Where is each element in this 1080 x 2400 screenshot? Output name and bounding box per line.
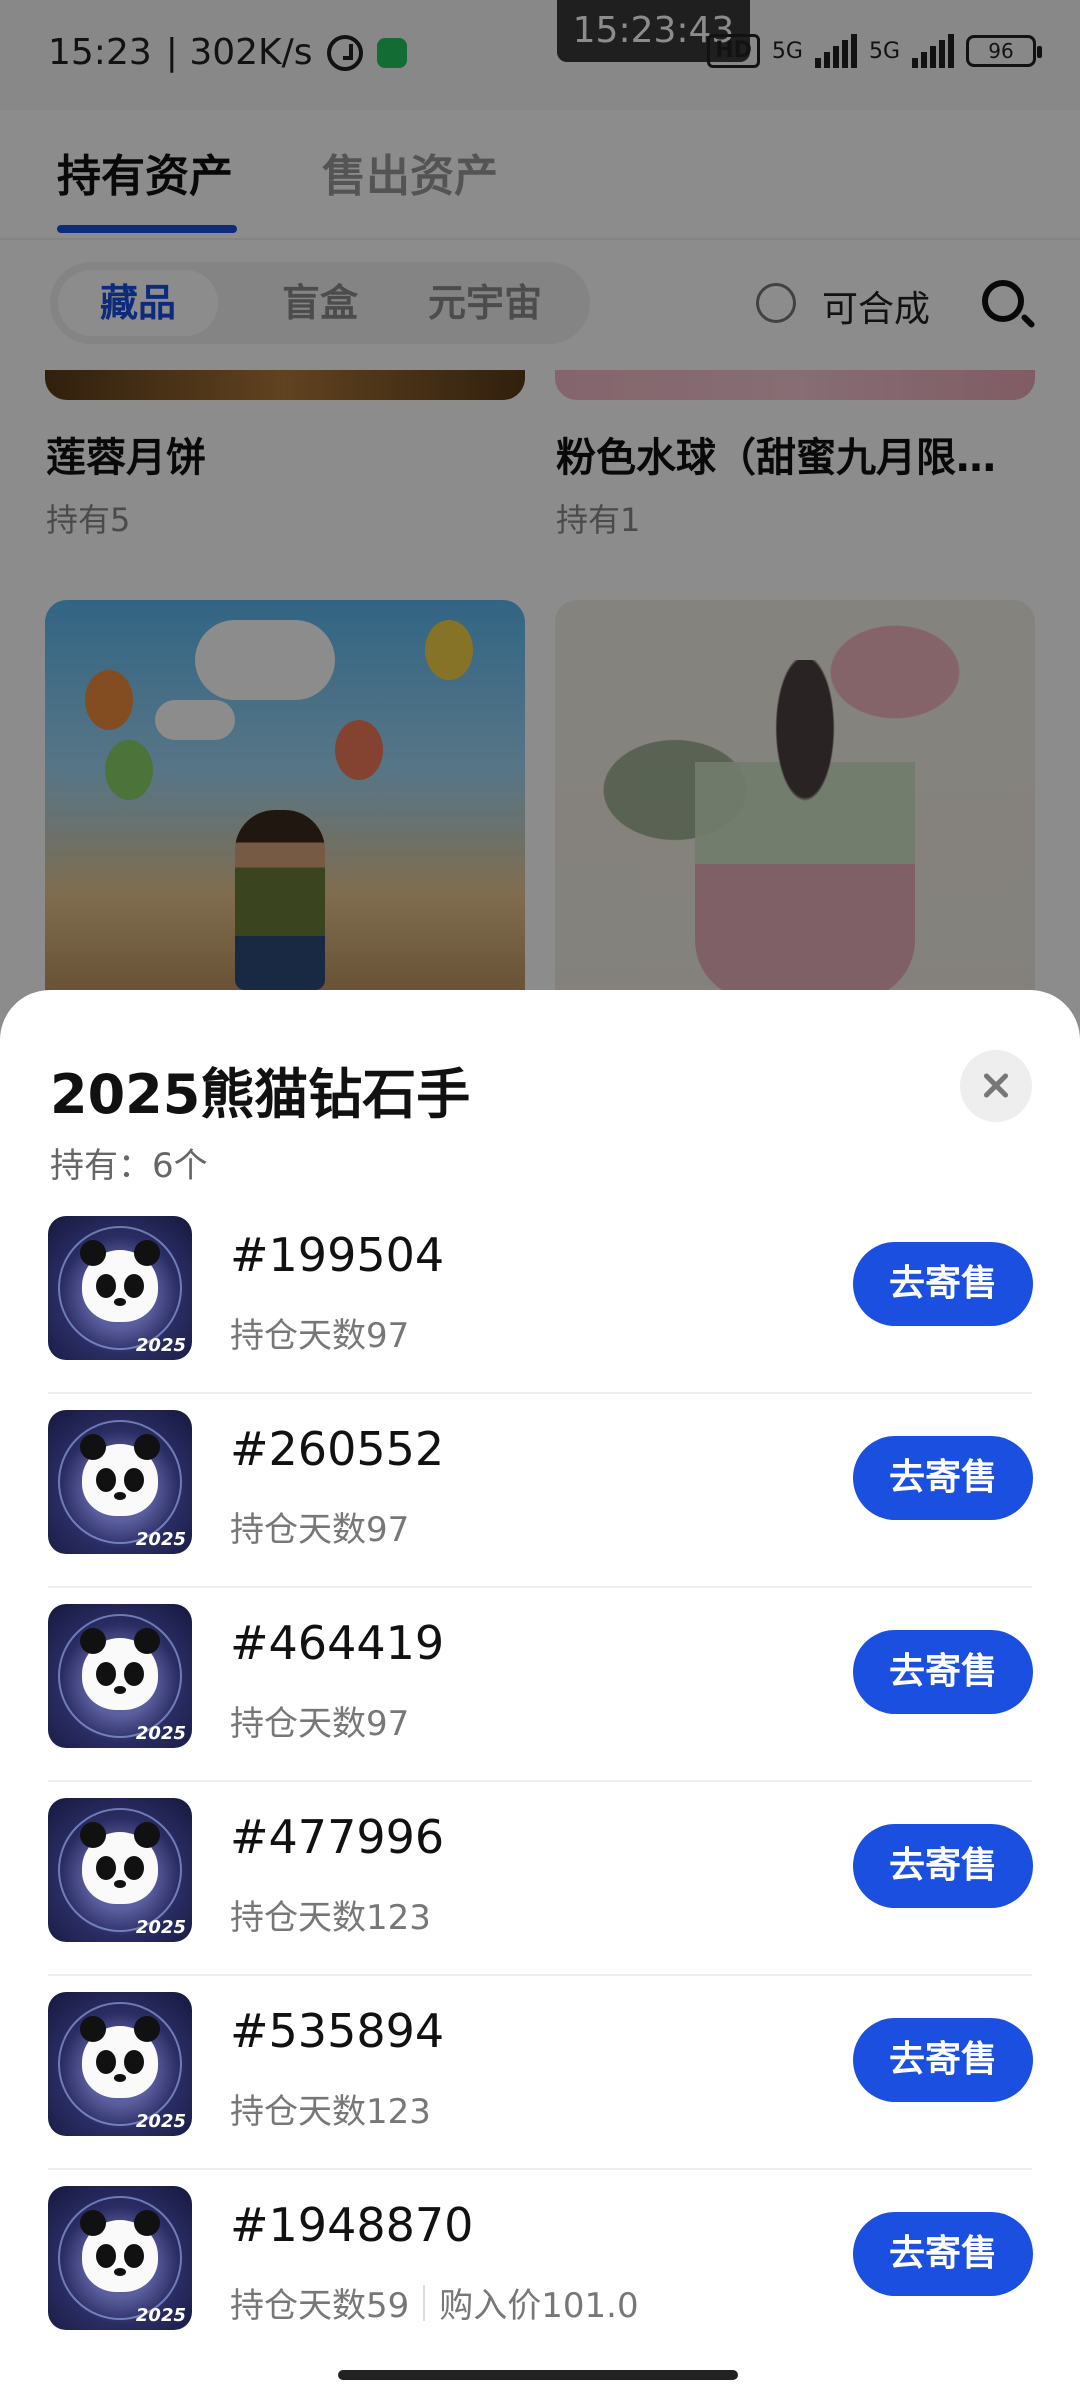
panda-thumbnail: 2025 [48, 1410, 192, 1554]
holding-count: 持有：6个 [50, 1146, 208, 1186]
holdings-bottom-sheet: 2025熊猫钻石手 持有：6个 2025 #199504 持仓天数97 去寄售 … [0, 990, 1080, 2400]
purchase-price: 购入价101.0 [439, 2286, 639, 2326]
consign-button[interactable]: 去寄售 [853, 2212, 1033, 2296]
holding-days-text: 持仓天数97 [230, 1316, 410, 1356]
holding-days: 持仓天数123 [230, 2084, 431, 2133]
holding-days: 持仓天数97 [230, 1696, 409, 1745]
thumb-year-label: 2025 [135, 1335, 186, 1356]
holding-days-text: 持仓天数97 [230, 1510, 410, 1550]
panda-thumbnail: 2025 [48, 1216, 192, 1360]
token-id: #477996 [230, 1810, 445, 1864]
consign-button[interactable]: 去寄售 [853, 2018, 1033, 2102]
consign-button[interactable]: 去寄售 [853, 1630, 1033, 1714]
token-id: #535894 [230, 2004, 445, 2058]
list-item: 2025 #260552 持仓天数97 去寄售 [48, 1394, 1033, 1588]
panda-thumbnail: 2025 [48, 1992, 192, 2136]
thumb-year-label: 2025 [135, 2111, 186, 2132]
holding-days-text: 持仓天数97 [230, 1704, 410, 1744]
list-item: 2025 #464419 持仓天数97 去寄售 [48, 1588, 1033, 1782]
token-id: #199504 [230, 1228, 445, 1282]
list-item: 2025 #535894 持仓天数123 去寄售 [48, 1976, 1033, 2170]
panda-thumbnail: 2025 [48, 1604, 192, 1748]
meta-divider [423, 2284, 426, 2321]
token-id: #1948870 [230, 2198, 474, 2252]
list-item: 2025 #1948870 持仓天数59 购入价101.0 去寄售 [48, 2170, 1033, 2364]
holding-days: 持仓天数97 [230, 1502, 409, 1551]
token-id: #464419 [230, 1616, 445, 1670]
holding-days: 持仓天数97 [230, 1308, 409, 1357]
thumb-year-label: 2025 [135, 1917, 186, 1938]
holding-days: 持仓天数123 [230, 1890, 431, 1939]
holding-days: 持仓天数59 购入价101.0 [230, 2278, 639, 2327]
panda-thumbnail: 2025 [48, 1798, 192, 1942]
consign-button[interactable]: 去寄售 [853, 1824, 1033, 1908]
list-item: 2025 #477996 持仓天数123 去寄售 [48, 1782, 1033, 1976]
sheet-title: 2025熊猫钻石手 [50, 1063, 471, 1126]
close-icon[interactable] [960, 1050, 1032, 1122]
page: 15:23 | 302K/s 15:23:43 HD 5G 5G 96 持有资产… [0, 0, 1080, 2400]
home-indicator[interactable] [338, 2370, 738, 2380]
holding-days-text: 持仓天数123 [230, 1898, 431, 1938]
holding-days-text: 持仓天数123 [230, 2092, 431, 2132]
thumb-year-label: 2025 [135, 2305, 186, 2326]
consign-button[interactable]: 去寄售 [853, 1242, 1033, 1326]
panda-thumbnail: 2025 [48, 2186, 192, 2330]
list-item: 2025 #199504 持仓天数97 去寄售 [48, 1200, 1033, 1394]
token-id: #260552 [230, 1422, 445, 1476]
holding-days-text: 持仓天数59 [230, 2286, 410, 2326]
consign-button[interactable]: 去寄售 [853, 1436, 1033, 1520]
thumb-year-label: 2025 [135, 1723, 186, 1744]
thumb-year-label: 2025 [135, 1529, 186, 1550]
